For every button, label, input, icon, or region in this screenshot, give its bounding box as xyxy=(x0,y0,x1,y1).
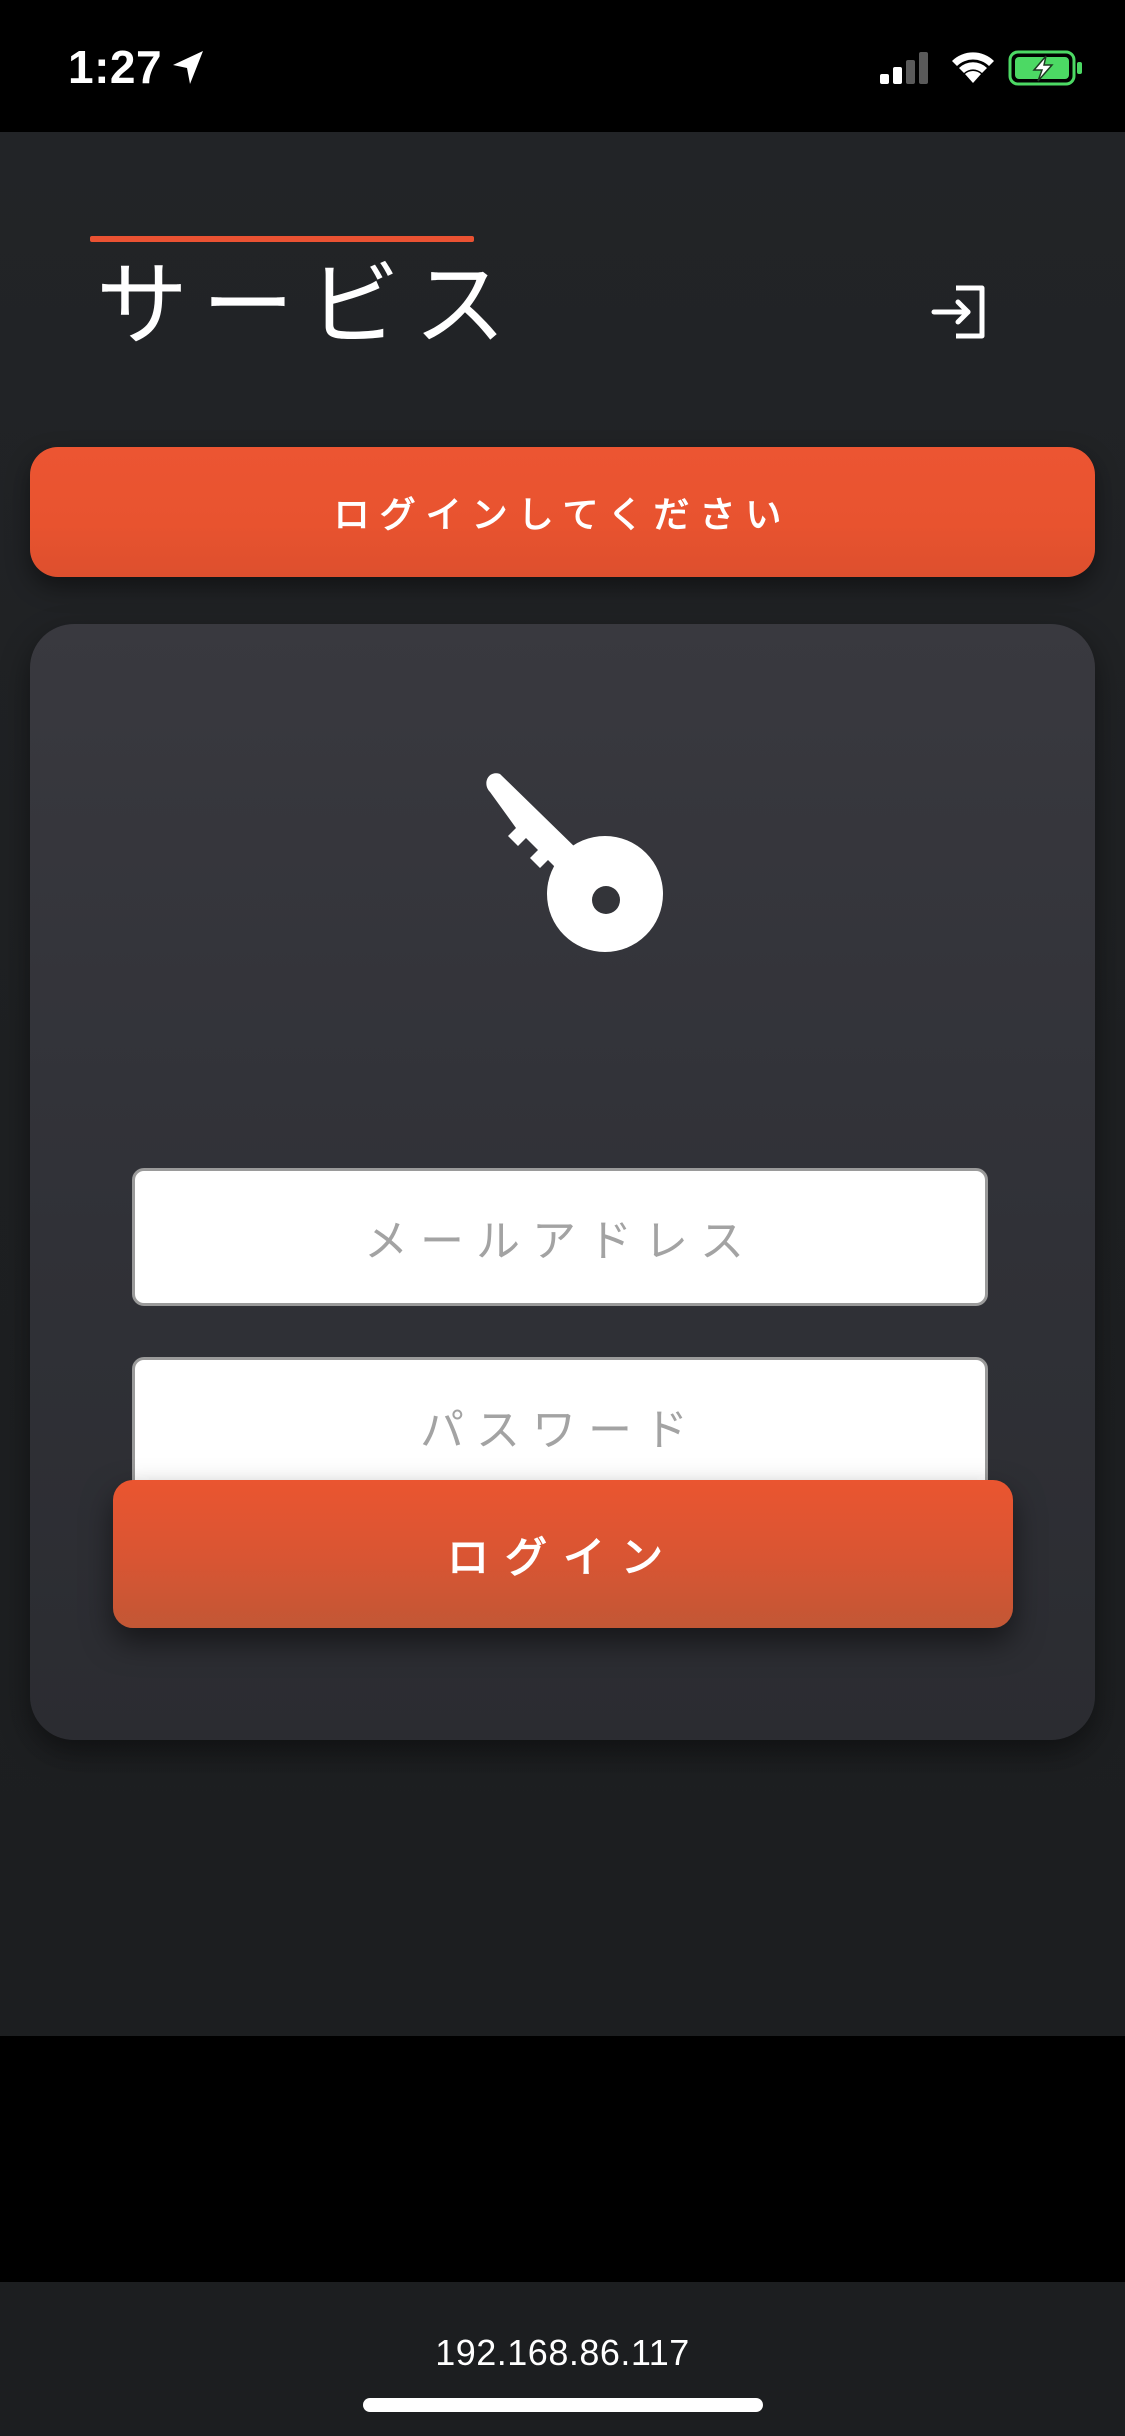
app-content: サービス ログインしてください メールアドレス パスワード ログイン xyxy=(0,132,1125,2036)
key-icon xyxy=(486,773,663,952)
login-button[interactable]: ログイン xyxy=(113,1480,1013,1628)
login-arrow-icon[interactable] xyxy=(928,280,992,344)
status-bar: 1:27 xyxy=(0,0,1125,132)
login-card: メールアドレス パスワード ログイン xyxy=(30,624,1095,1740)
status-time: 1:27 xyxy=(68,41,163,93)
browser-address-bar[interactable]: 192.168.86.117 xyxy=(0,2282,1125,2436)
title-accent-bar xyxy=(90,236,474,242)
login-prompt-banner: ログインしてください xyxy=(30,447,1095,577)
cellular-signal-icon xyxy=(880,52,928,84)
home-indicator[interactable] xyxy=(363,2398,763,2412)
battery-charging-icon xyxy=(1008,50,1082,86)
phone-screen: 1:27 サービス ログインしてください メールアドレス パスワード ログイン … xyxy=(0,0,1125,2436)
email-field[interactable]: メールアドレス xyxy=(132,1168,988,1306)
password-field[interactable]: パスワード xyxy=(132,1357,988,1495)
location-arrow-icon xyxy=(173,51,203,84)
address-text[interactable]: 192.168.86.117 xyxy=(0,2332,1125,2374)
wifi-icon xyxy=(952,52,994,83)
page-title: サービス xyxy=(96,252,521,359)
